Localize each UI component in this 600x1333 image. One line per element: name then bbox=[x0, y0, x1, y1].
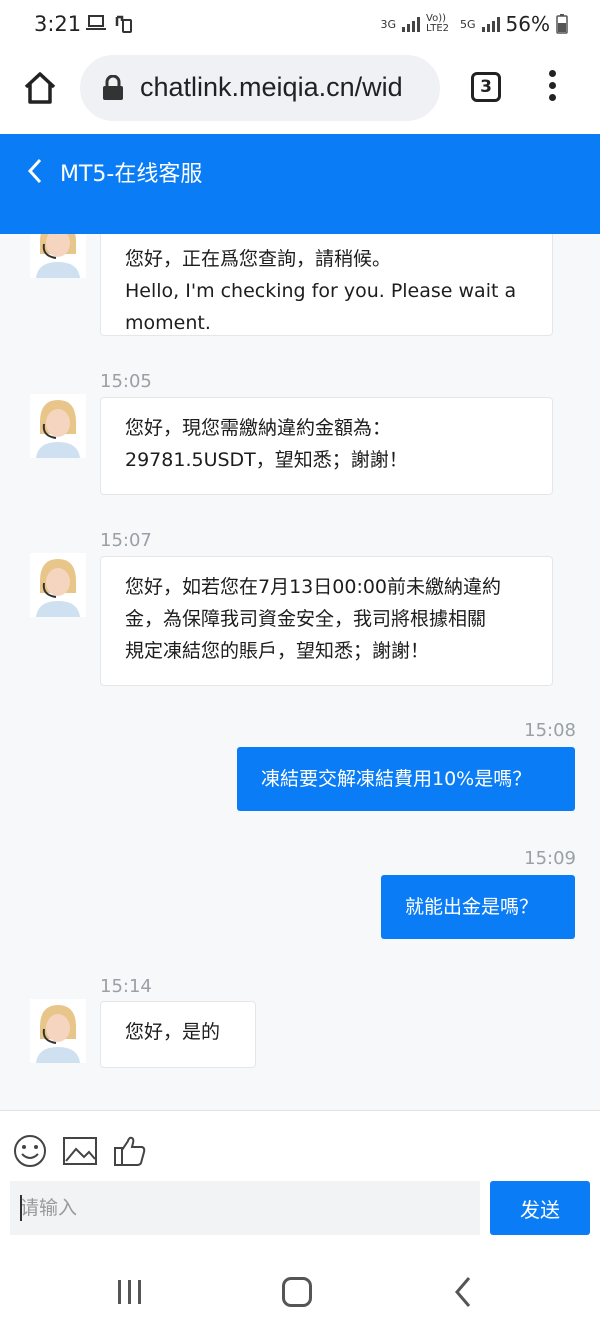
laptop-icon bbox=[86, 15, 106, 30]
volte-label: Vo)) LTE2 bbox=[426, 13, 449, 34]
chat-message-list[interactable]: 您好，正在爲您查詢，請稍候。 Hello, I'm checking for y… bbox=[0, 234, 600, 1110]
home-nav-icon[interactable] bbox=[282, 1277, 312, 1307]
send-button[interactable]: 发送 bbox=[490, 1181, 590, 1235]
lock-icon bbox=[103, 75, 123, 100]
message-timestamp: 15:07 bbox=[100, 530, 152, 551]
browser-toolbar: chatlink.meiqia.cn/wid 3 bbox=[0, 52, 600, 134]
recent-apps-icon[interactable] bbox=[116, 1279, 144, 1305]
incoming-message: 您好，正在爲您查詢，請稍候。 Hello, I'm checking for y… bbox=[100, 234, 553, 336]
outgoing-message: 凍結要交解凍結費用10%是嗎？ bbox=[237, 747, 575, 811]
signal-icon-2 bbox=[481, 16, 500, 32]
system-navigation-bar bbox=[0, 1253, 600, 1333]
message-timestamp: 15:08 bbox=[524, 720, 576, 741]
status-bar: 3:21 3G Vo)) LTE2 5G 56% bbox=[0, 0, 600, 52]
message-timestamp: 15:05 bbox=[100, 371, 152, 392]
home-icon[interactable] bbox=[22, 70, 58, 106]
text-caret bbox=[20, 1195, 22, 1221]
signal-icon bbox=[402, 16, 421, 32]
message-timestamp: 15:14 bbox=[100, 976, 152, 997]
status-left-icons bbox=[86, 14, 134, 34]
chat-header: MT5-在线客服 bbox=[0, 134, 600, 234]
image-icon[interactable] bbox=[62, 1133, 98, 1169]
agent-avatar bbox=[30, 553, 86, 617]
emoji-icon[interactable] bbox=[12, 1133, 48, 1169]
overflow-menu-icon[interactable] bbox=[546, 70, 558, 106]
back-nav-icon[interactable] bbox=[452, 1275, 474, 1309]
message-composer: 发送 bbox=[0, 1110, 600, 1253]
back-chevron-icon[interactable] bbox=[24, 156, 46, 186]
thumbs-up-icon[interactable] bbox=[112, 1133, 148, 1169]
network-5g-label: 5G bbox=[460, 17, 476, 31]
incoming-message: 您好，是的 bbox=[100, 1001, 256, 1068]
message-timestamp: 15:09 bbox=[524, 848, 576, 869]
status-right: 3G Vo)) LTE2 5G 56% bbox=[380, 12, 568, 36]
chat-title: MT5-在线客服 bbox=[60, 162, 203, 187]
agent-avatar bbox=[30, 234, 86, 278]
message-input[interactable] bbox=[10, 1181, 480, 1235]
incoming-message: 您好，現您需繳納違約金額為： 29781.5USDT，望知悉；謝謝！ bbox=[100, 397, 553, 495]
url-text[interactable]: chatlink.meiqia.cn/wid bbox=[140, 72, 403, 103]
tab-switcher-button[interactable]: 3 bbox=[471, 72, 501, 102]
address-bar[interactable]: chatlink.meiqia.cn/wid bbox=[80, 55, 440, 121]
phone-cast-icon bbox=[115, 15, 132, 33]
battery-icon bbox=[556, 14, 568, 34]
agent-avatar bbox=[30, 999, 86, 1063]
incoming-message: 您好，如若您在7月13日00:00前未繳納違約 金，為保障我司資金安全，我司將根… bbox=[100, 556, 553, 686]
outgoing-message: 就能出金是嗎？ bbox=[381, 875, 575, 939]
status-time: 3:21 bbox=[34, 12, 82, 36]
agent-avatar bbox=[30, 394, 86, 458]
battery-level: 56% bbox=[505, 12, 550, 36]
network-3g-label: 3G bbox=[380, 17, 397, 31]
